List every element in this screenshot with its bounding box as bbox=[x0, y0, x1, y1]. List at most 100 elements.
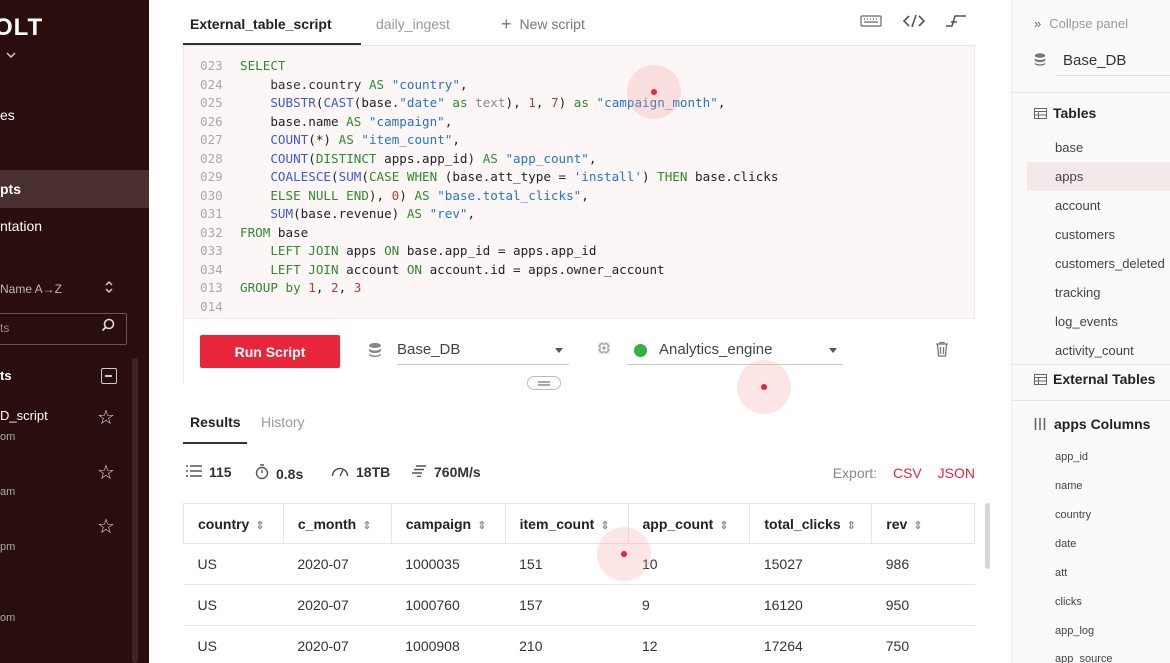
code-text[interactable]: base.country AS "country", bbox=[240, 77, 467, 92]
sort-icon[interactable]: ⇕ bbox=[719, 520, 728, 532]
engine-select[interactable]: Analytics_engine bbox=[627, 335, 843, 365]
column-item[interactable]: clicks bbox=[1055, 596, 1082, 608]
column-header[interactable]: country ⇕ bbox=[183, 503, 284, 544]
resize-handle[interactable] bbox=[527, 376, 561, 390]
table-row[interactable]: US 2020-07 1000035 151 10 15027 986 bbox=[183, 543, 975, 585]
format-icon[interactable] bbox=[945, 14, 967, 31]
sort-icon[interactable]: ⇕ bbox=[847, 520, 856, 532]
code-line[interactable]: 013 GROUP by 1, 2, 3 bbox=[200, 279, 778, 298]
export-json-link[interactable]: JSON bbox=[938, 465, 975, 481]
column-header-label: campaign bbox=[405, 515, 472, 532]
code-text[interactable]: COUNT(*) AS "item_count", bbox=[240, 132, 460, 147]
code-line[interactable]: 030 ELSE NULL END), 0) AS "base.total_cl… bbox=[200, 187, 778, 206]
sidebar-scrollbar[interactable] bbox=[132, 358, 138, 663]
tables-section-title[interactable]: Tables bbox=[1034, 105, 1096, 122]
column-header[interactable]: c_month ⇕ bbox=[282, 503, 392, 544]
column-header[interactable]: rev ⇕ bbox=[871, 503, 975, 544]
trash-icon[interactable] bbox=[935, 341, 949, 362]
divider bbox=[1012, 400, 1170, 401]
column-header[interactable]: total_clicks ⇕ bbox=[749, 503, 873, 544]
star-icon[interactable]: ☆ bbox=[97, 460, 115, 485]
run-script-button[interactable]: Run Script bbox=[200, 335, 340, 368]
code-text[interactable]: LEFT JOIN apps ON base.app_id = apps.app… bbox=[240, 243, 596, 258]
code-line[interactable]: 028 COUNT(DISTINCT apps.app_id) AS "app_… bbox=[200, 150, 778, 169]
column-item[interactable]: att bbox=[1055, 567, 1067, 579]
column-item[interactable]: app_source bbox=[1055, 653, 1113, 663]
code-line[interactable]: 034 LEFT JOIN account ON account.id = ap… bbox=[200, 261, 778, 280]
speed-stat: 760M/s bbox=[411, 464, 481, 480]
sort-icon[interactable] bbox=[104, 280, 114, 297]
code-line[interactable]: 033 LEFT JOIN apps ON base.app_id = apps… bbox=[200, 242, 778, 261]
code-lines[interactable]: 023 SELECT 024 base.country AS "country", 0… bbox=[200, 57, 778, 316]
column-header[interactable]: app_count ⇕ bbox=[627, 503, 751, 544]
table-item[interactable]: activity_count bbox=[1055, 343, 1134, 358]
tab-history[interactable]: History bbox=[261, 414, 305, 430]
sql-editor[interactable]: 023 SELECT 024 base.country AS "country", 0… bbox=[183, 46, 976, 384]
table-item[interactable]: tracking bbox=[1055, 285, 1101, 300]
external-tables-section-title[interactable]: External Tables bbox=[1034, 371, 1155, 388]
code-text[interactable]: ELSE NULL END), 0) AS "base.total_clicks… bbox=[240, 188, 589, 203]
code-line[interactable]: 026 base.name AS "campaign", bbox=[200, 113, 778, 132]
code-text[interactable]: LEFT JOIN account ON account.id = apps.o… bbox=[240, 262, 664, 277]
search-icon[interactable] bbox=[101, 318, 115, 337]
database-select[interactable]: Base_DB bbox=[397, 335, 569, 365]
sort-icon[interactable]: ⇕ bbox=[477, 520, 486, 532]
chevron-down-icon[interactable] bbox=[6, 50, 16, 62]
table-row[interactable]: US 2020-07 1000908 210 12 17264 750 bbox=[183, 625, 975, 663]
sort-icon[interactable]: ⇕ bbox=[600, 520, 609, 532]
table-item[interactable]: log_events bbox=[1055, 314, 1118, 329]
column-item[interactable]: country bbox=[1055, 509, 1091, 521]
tab-results[interactable]: Results bbox=[190, 414, 241, 430]
column-item[interactable]: app_id bbox=[1055, 451, 1088, 463]
nav-item-queries[interactable]: es bbox=[0, 107, 15, 123]
collapse-icon[interactable] bbox=[101, 368, 117, 384]
code-line[interactable]: 023 SELECT bbox=[200, 57, 778, 76]
column-item[interactable]: date bbox=[1055, 538, 1076, 550]
code-line[interactable]: 029 COALESCE(SUM(CASE WHEN (base.att_typ… bbox=[200, 168, 778, 187]
script-item-name[interactable]: D_script bbox=[0, 408, 48, 423]
code-text[interactable]: COALESCE(SUM(CASE WHEN (base.att_type = … bbox=[240, 169, 778, 184]
table-item[interactable]: apps bbox=[1055, 169, 1083, 184]
table-item[interactable]: customers bbox=[1055, 227, 1115, 242]
database-select-value: Base_DB bbox=[397, 341, 461, 358]
collapse-panel-button[interactable]: » Collpse panel bbox=[1034, 16, 1128, 31]
export-csv-link[interactable]: CSV bbox=[893, 465, 922, 481]
code-text[interactable]: GROUP by 1, 2, 3 bbox=[240, 280, 361, 295]
keyboard-icon[interactable] bbox=[860, 14, 882, 31]
tab-daily-ingest[interactable]: daily_ingest bbox=[376, 16, 450, 32]
column-header[interactable]: campaign ⇕ bbox=[390, 503, 506, 544]
code-text[interactable]: FROM base bbox=[240, 225, 308, 240]
table-item[interactable]: customers_deleted bbox=[1055, 256, 1165, 271]
code-line[interactable]: 014 bbox=[200, 298, 778, 317]
nav-item-documentation[interactable]: ntation bbox=[0, 218, 42, 234]
table-item[interactable]: base bbox=[1055, 140, 1083, 155]
code-text[interactable]: base.name AS "campaign", bbox=[240, 114, 452, 129]
column-item[interactable]: app_log bbox=[1055, 625, 1094, 637]
code-text[interactable]: SELECT bbox=[240, 58, 286, 73]
table-cell: 15027 bbox=[749, 543, 872, 585]
tab-external-table-script[interactable]: External_table_script bbox=[190, 16, 332, 32]
code-line[interactable]: 025 SUBSTR(CAST(base."date" as text), 1,… bbox=[200, 94, 778, 113]
line-number: 032 bbox=[200, 224, 223, 240]
table-row[interactable]: US 2020-07 1000760 157 9 16120 950 bbox=[183, 584, 975, 626]
star-icon[interactable]: ☆ bbox=[97, 405, 115, 430]
sort-label[interactable]: Name A→Z bbox=[0, 282, 62, 296]
new-script-button[interactable]: + New script bbox=[501, 15, 585, 33]
table-scrollbar[interactable] bbox=[985, 503, 990, 569]
columns-section-title[interactable]: apps Columns bbox=[1034, 416, 1150, 433]
code-line[interactable]: 024 base.country AS "country", bbox=[200, 76, 778, 95]
code-line[interactable]: 032 FROM base bbox=[200, 224, 778, 243]
code-text[interactable]: COUNT(DISTINCT apps.app_id) AS "app_coun… bbox=[240, 151, 596, 166]
nav-item-scripts[interactable]: pts bbox=[0, 181, 21, 197]
column-item[interactable]: name bbox=[1055, 480, 1083, 492]
code-line[interactable]: 027 COUNT(*) AS "item_count", bbox=[200, 131, 778, 150]
sort-icon[interactable]: ⇕ bbox=[913, 520, 922, 532]
code-line[interactable]: 031 SUM(base.revenue) AS "rev", bbox=[200, 205, 778, 224]
table-item[interactable]: account bbox=[1055, 198, 1101, 213]
sort-icon[interactable]: ⇕ bbox=[255, 520, 264, 532]
script-tabs: External_table_script daily_ingest + New… bbox=[183, 0, 975, 46]
code-icon[interactable] bbox=[902, 14, 926, 31]
code-text[interactable]: SUM(base.revenue) AS "rev", bbox=[240, 206, 475, 221]
star-icon[interactable]: ☆ bbox=[97, 514, 115, 539]
sort-icon[interactable]: ⇕ bbox=[362, 520, 371, 532]
